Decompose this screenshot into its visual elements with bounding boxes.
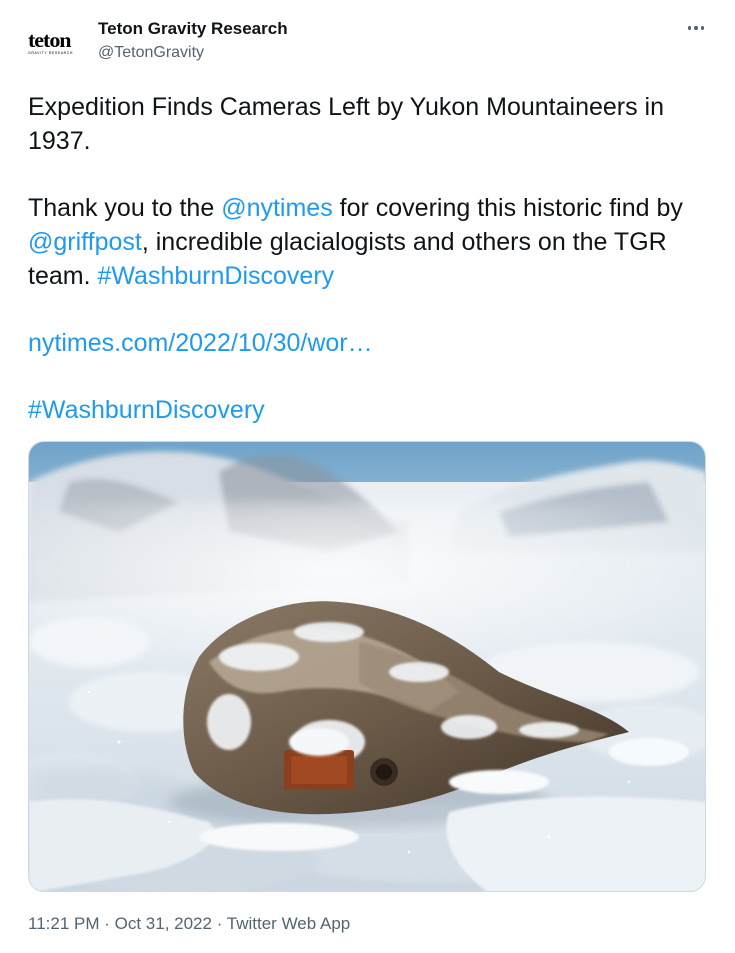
- author-names: Teton Gravity Research @TetonGravity: [98, 18, 288, 64]
- hashtag-link-inline[interactable]: #WashburnDiscovery: [97, 262, 334, 290]
- tweet-paragraph: Thank you to the @nytimes for covering t…: [28, 194, 683, 290]
- tweet-headline: Expedition Finds Cameras Left by Yukon M…: [28, 93, 665, 155]
- tweet-date[interactable]: Oct 31, 2022: [115, 914, 212, 933]
- hashtag-link[interactable]: #WashburnDiscovery: [28, 396, 265, 424]
- tweet-text: Expedition Finds Cameras Left by Yukon M…: [28, 90, 718, 427]
- avatar[interactable]: teton GRAVITY RESEARCH: [28, 18, 88, 66]
- author-handle[interactable]: @TetonGravity: [98, 42, 288, 64]
- more-horizontal-icon[interactable]: [684, 16, 708, 40]
- tweet-meta: 11:21 PM · Oct 31, 2022 · Twitter Web Ap…: [28, 914, 351, 933]
- mention-nytimes[interactable]: @nytimes: [221, 194, 333, 222]
- author-display-name[interactable]: Teton Gravity Research: [98, 18, 288, 40]
- tweet-source: Twitter Web App: [226, 914, 351, 933]
- tweet: teton GRAVITY RESEARCH Teton Gravity Res…: [0, 0, 735, 953]
- snow-camera-photo: [29, 442, 705, 891]
- tweet-photo[interactable]: [28, 441, 706, 892]
- tweet-header: teton GRAVITY RESEARCH Teton Gravity Res…: [28, 14, 708, 70]
- article-link[interactable]: nytimes.com/2022/10/30/wor…: [28, 329, 373, 357]
- tweet-time[interactable]: 11:21 PM: [28, 914, 100, 933]
- logo-text: teton: [28, 27, 72, 52]
- mention-griffpost[interactable]: @griffpost: [28, 228, 142, 256]
